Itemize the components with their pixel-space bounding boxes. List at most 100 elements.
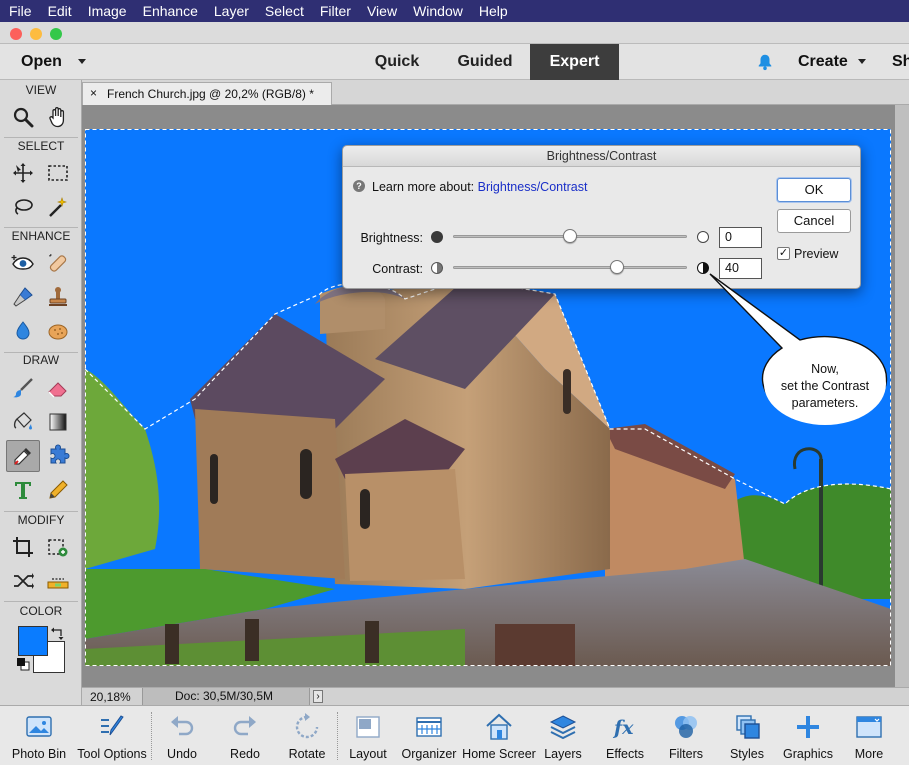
app-header: Open Quick Guided Expert Create Sh [0, 44, 909, 80]
contrast-label: Contrast: [372, 262, 423, 276]
mode-tab-expert[interactable]: Expert [530, 44, 619, 80]
level-icon [47, 578, 69, 589]
more-button[interactable]: More [832, 706, 906, 765]
menu-file[interactable]: File [0, 0, 40, 22]
straighten-tool[interactable] [41, 565, 75, 597]
minimize-window-button[interactable] [30, 28, 42, 40]
contrast-slider-track[interactable] [453, 266, 687, 269]
menu-image[interactable]: Image [80, 0, 135, 22]
foreground-color-swatch[interactable] [18, 626, 48, 656]
styles-icon [736, 715, 760, 739]
contrast-slider-knob[interactable] [609, 260, 624, 274]
tools-panel: VIEW SELECT ENHANCE DRAW MODIFY COLOR [0, 80, 82, 705]
church-window [360, 489, 370, 529]
mode-tab-guided[interactable]: Guided [447, 44, 523, 80]
default-colors-icon[interactable] [16, 657, 30, 671]
document-tab[interactable]: × French Church.jpg @ 20,2% (RGB/8) * [82, 82, 332, 105]
organizer-button[interactable]: Organizer [392, 706, 466, 765]
tool-options-button[interactable]: Tool Options [75, 706, 149, 765]
spot-healing-tool[interactable] [41, 247, 75, 279]
menu-enhance[interactable]: Enhance [135, 0, 206, 22]
callout-text: Now, set the Contrast parameters. [764, 361, 886, 412]
undo-icon [171, 716, 194, 736]
brightness-slider-knob[interactable] [563, 229, 577, 243]
lasso-tool[interactable] [6, 191, 40, 223]
paintbrush-icon [13, 378, 33, 398]
document-tab-bar: × French Church.jpg @ 20,2% (RGB/8) * [82, 80, 909, 105]
share-button[interactable]: Sh [892, 44, 909, 80]
preview-label: Preview [794, 247, 839, 261]
bottom-taskbar: Photo Bin Tool Options Undo Redo Rotate … [0, 705, 909, 765]
learn-more-link[interactable]: Brightness/Contrast [478, 180, 588, 194]
magic-wand-tool[interactable] [41, 191, 75, 223]
organizer-icon [416, 717, 442, 737]
create-dropdown-icon[interactable] [858, 59, 866, 64]
doc-size-info: Doc: 30,5M/30,5M [142, 688, 310, 705]
rectangular-marquee-tool[interactable] [41, 157, 75, 189]
menu-select[interactable]: Select [257, 0, 312, 22]
callout-line-2: set the Contrast [780, 379, 870, 393]
menu-help[interactable]: Help [471, 0, 516, 22]
sponge-tool[interactable] [41, 315, 75, 347]
zoom-window-button[interactable] [50, 28, 62, 40]
type-tool[interactable] [6, 474, 40, 506]
menu-bar: File Edit Image Enhance Layer Select Fil… [0, 0, 909, 22]
redo-icon [233, 716, 256, 736]
notification-bell-icon[interactable] [756, 53, 774, 71]
section-divider [4, 227, 78, 228]
ok-button[interactable]: OK [777, 178, 851, 202]
gradient-tool[interactable] [41, 406, 75, 438]
recompose-tool[interactable] [41, 531, 75, 563]
photo-bin-button[interactable]: Photo Bin [2, 706, 76, 765]
open-dropdown-icon[interactable] [78, 59, 86, 64]
menu-layer[interactable]: Layer [206, 0, 257, 22]
custom-shape-tool[interactable] [41, 440, 75, 472]
layout-icon [356, 716, 380, 738]
status-menu-arrow[interactable]: › [313, 690, 323, 703]
menu-view[interactable]: View [359, 0, 405, 22]
lasso-icon [15, 199, 33, 215]
close-tab-icon[interactable]: × [90, 86, 97, 100]
dialog-title: Brightness/Contrast [343, 146, 860, 167]
pencil-tool[interactable] [41, 474, 75, 506]
app-window: { "menubar": { "items": ["File", "Edit",… [0, 0, 909, 765]
section-divider [4, 137, 78, 138]
swap-colors-icon[interactable] [51, 626, 65, 640]
clone-stamp-tool[interactable] [41, 281, 75, 313]
paint-bucket-tool[interactable] [6, 406, 40, 438]
menu-window[interactable]: Window [405, 0, 471, 22]
magnifier-icon [13, 107, 34, 128]
blur-tool[interactable] [6, 315, 40, 347]
close-window-button[interactable] [10, 28, 22, 40]
eraser-tool[interactable] [41, 372, 75, 404]
brightness-value-field[interactable]: 0 [719, 227, 762, 248]
menu-filter[interactable]: Filter [312, 0, 359, 22]
hand-tool[interactable] [41, 101, 75, 133]
cancel-button[interactable]: Cancel [777, 209, 851, 233]
brush-tool[interactable] [6, 372, 40, 404]
mode-tab-quick[interactable]: Quick [362, 44, 432, 80]
zoom-level[interactable]: 20,18% [90, 690, 131, 704]
eyedropper-icon [14, 448, 31, 465]
church-window [210, 454, 218, 504]
crop-tool[interactable] [6, 531, 40, 563]
menu-edit[interactable]: Edit [40, 0, 80, 22]
content-aware-move-tool[interactable] [6, 565, 40, 597]
bollard [365, 621, 379, 663]
filters-icon [675, 716, 697, 738]
layers-icon [549, 715, 577, 740]
red-eye-tool[interactable] [6, 247, 40, 279]
create-button[interactable]: Create [798, 44, 848, 80]
eyedropper-tool[interactable] [6, 440, 40, 472]
open-button[interactable]: Open [21, 44, 62, 80]
move-icon [13, 163, 33, 183]
learn-more-text: Learn more about: Brightness/Contrast [372, 180, 587, 194]
help-icon[interactable]: ? [353, 180, 365, 192]
smart-brush-tool[interactable] [6, 281, 40, 313]
window-titlebar [0, 22, 909, 44]
sponge-icon [48, 324, 68, 340]
bollard [245, 619, 259, 661]
zoom-tool[interactable] [6, 101, 40, 133]
preview-checkbox[interactable]: ✓ [777, 247, 790, 260]
move-tool[interactable] [6, 157, 40, 189]
